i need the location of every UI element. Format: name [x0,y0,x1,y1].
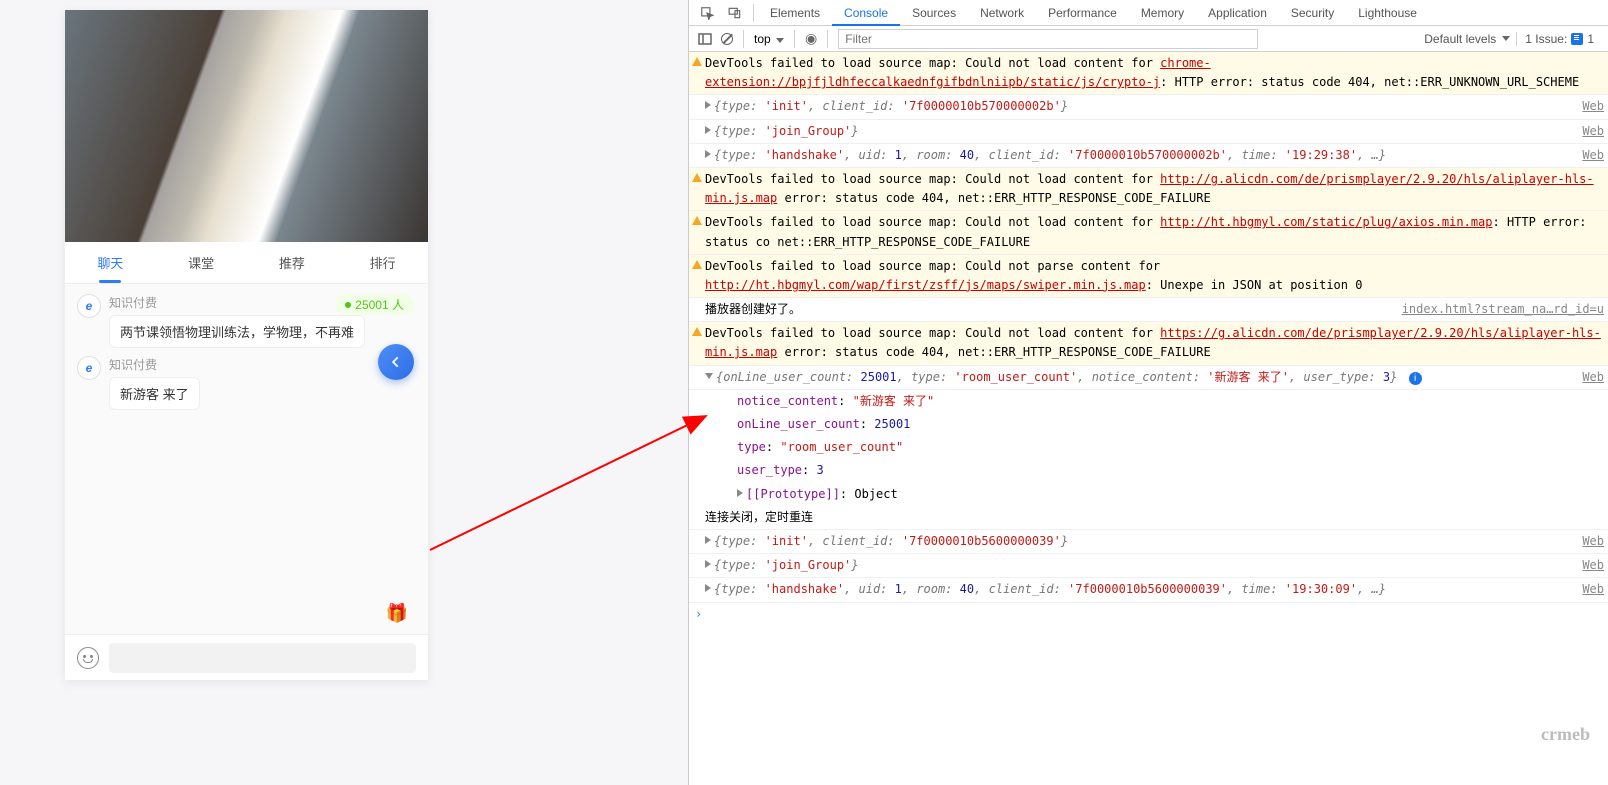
tab-chat[interactable]: 聊天 [65,242,156,283]
expand-icon[interactable] [705,126,711,134]
object-property: onLine_user_count: 25001 [689,413,1608,436]
msg-sender: 知识付费 [109,294,365,311]
chat-body: 25001 人 e 知识付费 两节课领悟物理训练法，学物理，不再难 e 知识付费… [65,284,428,634]
msg-bubble: 两节课领悟物理训练法，学物理，不再难 [109,315,365,348]
devtools-panel: Elements Console Sources Network Perform… [688,0,1608,785]
crmeb-watermark: crmeb [1541,724,1590,745]
console-object-expanded-row[interactable]: {onLine_user_count: 25001, type: 'room_u… [689,366,1608,390]
msg-bubble: 新游客 来了 [109,377,200,410]
expand-icon[interactable] [705,560,711,568]
app-tabs: 聊天 课堂 推荐 排行 [65,242,428,284]
status-dot-icon [345,302,351,308]
source-link[interactable]: Web [1572,368,1604,387]
clear-console-icon[interactable] [721,33,733,45]
panel-elements[interactable]: Elements [758,0,832,26]
phone-card: 聊天 课堂 推荐 排行 25001 人 e 知识付费 两节课领悟物理训练法，学物… [65,10,428,680]
expand-icon[interactable] [705,536,711,544]
online-count-text: 25001 人 [355,296,404,313]
source-link[interactable]: Web [1572,146,1604,165]
console-warning-row: DevTools failed to load source map: Coul… [689,255,1608,298]
console-warning-row: DevTools failed to load source map: Coul… [689,168,1608,211]
console-filter-input[interactable] [838,29,1258,49]
panel-security[interactable]: Security [1279,0,1346,26]
panel-application[interactable]: Application [1196,0,1279,26]
panel-sources[interactable]: Sources [900,0,968,26]
console-object-row[interactable]: {type: 'join_Group'} Web [689,554,1608,578]
chat-message-row: e 知识付费 新游客 来了 [77,356,416,410]
online-count-badge: 25001 人 [335,294,414,315]
arrow-left-icon [389,355,403,369]
panel-console[interactable]: Console [832,0,900,26]
console-object-row[interactable]: {type: 'init', client_id: '7f0000010b570… [689,95,1608,119]
source-link[interactable]: Web [1572,532,1604,551]
source-map-link[interactable]: http://ht.hbgmyl.com/static/plug/axios.m… [1160,215,1492,229]
console-object-row[interactable]: {type: 'init', client_id: '7f0000010b560… [689,530,1608,554]
console-object-row[interactable]: {type: 'join_Group'} Web [689,120,1608,144]
collapse-icon[interactable] [705,373,713,379]
issues-indicator[interactable]: 1 Issue: 1 [1516,32,1602,46]
expand-icon[interactable] [737,489,743,497]
avatar[interactable]: e [77,356,101,380]
object-prototype[interactable]: [[Prototype]]: Object [689,483,1608,506]
inspect-icon[interactable] [693,0,721,26]
panel-lighthouse[interactable]: Lighthouse [1346,0,1429,26]
video-thumbnail[interactable] [65,10,428,242]
panel-memory[interactable]: Memory [1129,0,1196,26]
chat-text-input[interactable] [109,643,416,673]
console-log-row: 连接关闭，定时重连 [689,506,1608,530]
expand-icon[interactable] [705,584,711,592]
log-levels-selector[interactable]: Default levels [1424,32,1510,46]
live-expression-icon[interactable]: ◉ [805,30,817,47]
issue-icon [1571,33,1583,45]
console-object-row[interactable]: {type: 'handshake', uid: 1, room: 40, cl… [689,144,1608,168]
object-property: user_type: 3 [689,459,1608,482]
console-warning-row: DevTools failed to load source map: Coul… [689,322,1608,365]
info-icon[interactable]: i [1409,372,1422,385]
console-sidebar-toggle-icon[interactable] [695,26,715,52]
tab-rank[interactable]: 排行 [337,242,428,283]
gift-icon[interactable]: 🎁 [386,603,408,624]
tab-recommend[interactable]: 推荐 [247,242,338,283]
source-link[interactable]: Web [1572,580,1604,599]
chat-input-bar [65,634,428,680]
source-map-link[interactable]: http://ht.hbgmyl.com/wap/first/zsff/js/m… [705,278,1146,292]
new-message-fab[interactable] [378,344,414,380]
console-prompt[interactable]: › [689,603,1608,626]
console-warning-row: DevTools failed to load source map: Coul… [689,211,1608,254]
context-selector[interactable]: top [754,32,784,46]
expand-icon[interactable] [705,150,711,158]
console-log-row: 播放器创建好了。 index.html?stream_na…rd_id=u [689,298,1608,322]
console-warning-row: DevTools failed to load source map: Coul… [689,52,1608,95]
avatar[interactable]: e [77,294,101,318]
source-link[interactable]: Web [1572,122,1604,141]
msg-sender: 知识付费 [109,356,200,373]
panel-network[interactable]: Network [968,0,1036,26]
console-output[interactable]: DevTools failed to load source map: Coul… [689,52,1608,785]
app-preview-pane: 聊天 课堂 推荐 排行 25001 人 e 知识付费 两节课领悟物理训练法，学物… [0,0,688,785]
emoji-icon[interactable] [77,647,99,669]
object-property: type: "room_user_count" [689,436,1608,459]
source-link[interactable]: Web [1572,556,1604,575]
tab-classroom[interactable]: 课堂 [156,242,247,283]
source-link[interactable]: Web [1572,97,1604,116]
source-link[interactable]: index.html?stream_na…rd_id=u [1392,300,1604,319]
expand-icon[interactable] [705,101,711,109]
console-object-row[interactable]: {type: 'handshake', uid: 1, room: 40, cl… [689,578,1608,602]
devtools-tabbar: Elements Console Sources Network Perform… [689,0,1608,26]
object-property: notice_content: "新游客 来了" [689,390,1608,413]
console-toolbar: top ◉ Default levels 1 Issue: 1 [689,26,1608,52]
device-toggle-icon[interactable] [721,0,749,26]
panel-performance[interactable]: Performance [1036,0,1129,26]
